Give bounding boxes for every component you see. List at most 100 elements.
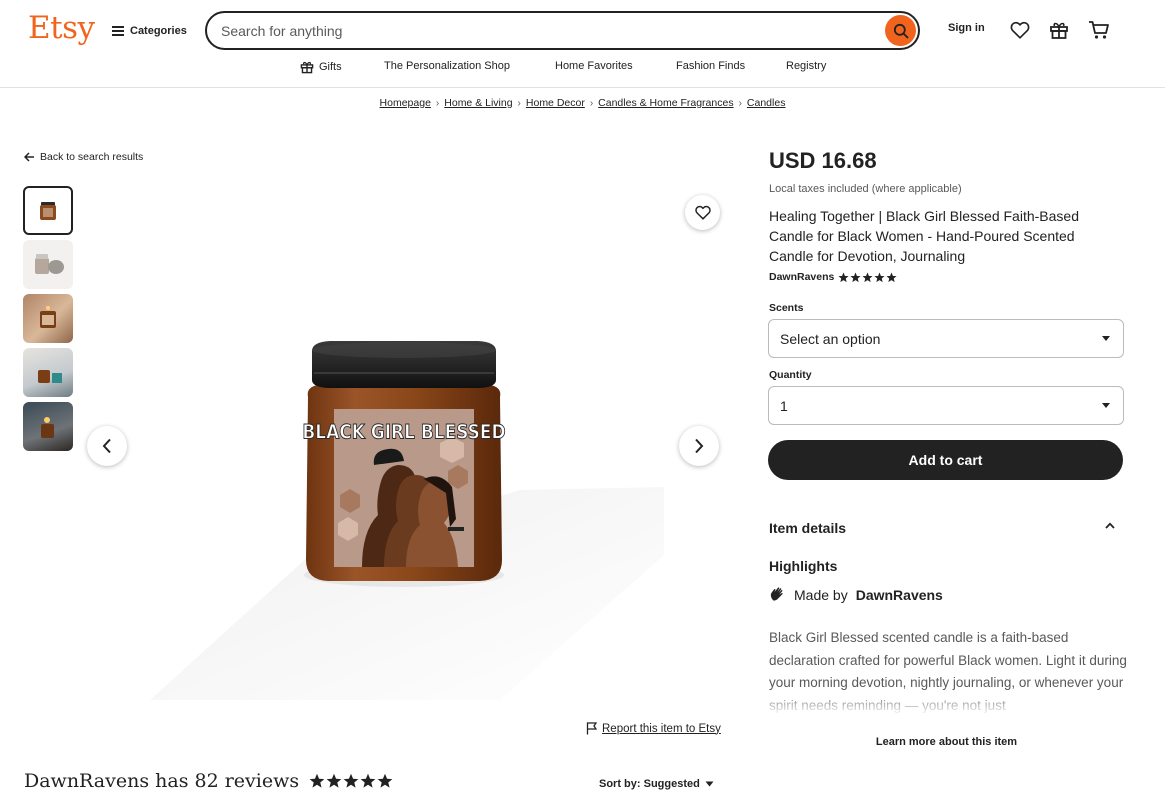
back-to-results-link[interactable]: Back to search results xyxy=(24,151,143,163)
candle-image: BLACK GIRL BLESSED xyxy=(150,341,664,700)
previous-image-button[interactable] xyxy=(87,426,127,466)
nav-item-label: Gifts xyxy=(319,61,342,73)
nav-item-registry[interactable]: Registry xyxy=(786,60,826,72)
chevron-right-icon: › xyxy=(435,97,440,109)
made-by-prefix: Made by xyxy=(794,586,848,603)
breadcrumb-candles[interactable]: Candles xyxy=(747,97,786,109)
thumbnail-5[interactable] xyxy=(23,402,73,451)
thumbnail-image xyxy=(41,417,54,438)
product-title: Healing Together | Black Girl Blessed Fa… xyxy=(769,208,1079,264)
scents-value: Select an option xyxy=(780,330,881,347)
quantity-select[interactable]: 1 xyxy=(768,386,1124,425)
chevron-right-icon: › xyxy=(517,97,521,109)
chevron-right-icon xyxy=(695,438,704,454)
caret-down-icon xyxy=(705,781,714,787)
etsy-logo[interactable]: Etsy xyxy=(28,10,95,46)
thumbnail-1[interactable] xyxy=(23,186,73,235)
nav-item-home-favorites[interactable]: Home Favorites xyxy=(555,60,633,72)
arrow-left-icon xyxy=(24,152,34,162)
sort-dropdown[interactable]: Sort by: Suggested xyxy=(599,778,714,790)
breadcrumb: Homepage › Home & Living › Home Decor › … xyxy=(0,97,1165,109)
nav-item-personalization-shop[interactable]: The Personalization Shop xyxy=(384,60,510,72)
tax-note: Local taxes included (where applicable) xyxy=(769,183,962,195)
sign-in-link[interactable]: Sign in xyxy=(948,22,985,34)
chevron-up-icon xyxy=(1105,522,1115,529)
chevron-right-icon: › xyxy=(738,97,742,109)
caret-down-icon xyxy=(1102,403,1110,408)
back-label: Back to search results xyxy=(40,151,144,163)
chevron-right-icon: › xyxy=(589,97,594,109)
seller-star-rating xyxy=(838,272,897,283)
breadcrumb-home-living[interactable]: Home & Living xyxy=(444,97,512,109)
cart-icon xyxy=(1089,21,1109,39)
scents-select[interactable]: Select an option xyxy=(768,319,1124,358)
description-fade xyxy=(765,690,1135,720)
favorites-button[interactable] xyxy=(1008,18,1032,42)
chevron-left-icon xyxy=(102,438,111,454)
thumbnail-4[interactable] xyxy=(23,348,73,397)
star-icon xyxy=(886,272,897,282)
reviews-heading: DawnRavens has 82 reviews xyxy=(24,770,393,792)
gift-icon xyxy=(1050,22,1068,39)
search-input[interactable] xyxy=(221,22,861,39)
thumbnail-image xyxy=(38,370,62,383)
flag-icon xyxy=(586,722,597,735)
categories-label: Categories xyxy=(130,25,187,37)
caret-down-icon xyxy=(1102,336,1110,341)
nav-item-gifts[interactable]: Gifts xyxy=(300,60,342,74)
learn-more-button[interactable]: Learn more about this item xyxy=(769,736,1124,748)
quantity-value: 1 xyxy=(780,397,788,414)
seller-link[interactable]: DawnRavens xyxy=(769,271,897,283)
thumbnail-3[interactable] xyxy=(23,294,73,343)
quantity-label: Quantity xyxy=(769,369,812,381)
star-icon xyxy=(377,773,393,788)
highlights-heading: Highlights xyxy=(769,558,838,574)
star-icon xyxy=(326,773,342,788)
thumbnail-image xyxy=(40,202,56,220)
image-favorite-button[interactable] xyxy=(685,195,720,230)
reviews-star-rating xyxy=(309,773,393,789)
sort-label: Sort by: Suggested xyxy=(599,778,700,790)
report-label: Report this item to Etsy xyxy=(602,722,721,735)
categories-button[interactable]: Categories xyxy=(112,20,187,42)
thumbnail-image xyxy=(40,306,56,328)
gift-button[interactable] xyxy=(1047,18,1071,42)
search-icon xyxy=(893,23,908,38)
add-to-cart-button[interactable]: Add to cart xyxy=(768,440,1123,480)
product-price: USD 16.68 xyxy=(769,148,877,173)
breadcrumb-home-decor[interactable]: Home Decor xyxy=(526,97,585,109)
reviews-title: DawnRavens has 82 reviews xyxy=(24,770,300,792)
search-button[interactable] xyxy=(885,15,916,46)
report-item-link[interactable]: Report this item to Etsy xyxy=(586,722,721,735)
nav-item-fashion-finds[interactable]: Fashion Finds xyxy=(676,60,745,72)
gift-icon xyxy=(300,61,314,74)
candle-label-text: BLACK GIRL BLESSED xyxy=(302,421,505,443)
breadcrumb-candles-fragrances[interactable]: Candles & Home Fragrances xyxy=(598,97,733,109)
heart-icon xyxy=(694,205,711,220)
breadcrumb-homepage[interactable]: Homepage xyxy=(380,97,431,109)
star-icon xyxy=(862,272,873,282)
star-icon xyxy=(850,272,861,282)
hamburger-icon xyxy=(112,26,124,36)
product-image: BLACK GIRL BLESSED xyxy=(80,175,740,715)
hand-wave-icon xyxy=(770,587,783,601)
item-details-toggle[interactable]: Item details xyxy=(769,520,1119,536)
heart-icon xyxy=(1010,21,1030,39)
made-by-shop-link[interactable]: DawnRavens xyxy=(856,587,943,603)
star-icon xyxy=(343,773,359,788)
star-icon xyxy=(360,773,376,788)
seller-name: DawnRavens xyxy=(769,271,835,283)
star-icon xyxy=(309,773,325,788)
star-icon xyxy=(838,272,849,282)
scents-label: Scents xyxy=(769,302,804,314)
star-icon xyxy=(874,272,885,282)
made-by-row: Made by DawnRavens xyxy=(769,586,943,603)
category-nav: Gifts The Personalization Shop Home Favo… xyxy=(0,60,1165,78)
next-image-button[interactable] xyxy=(679,426,719,466)
search-bar xyxy=(205,11,920,50)
thumbnail-2[interactable] xyxy=(23,240,73,289)
item-details-label: Item details xyxy=(769,520,847,536)
thumbnail-image xyxy=(35,254,64,274)
cart-button[interactable] xyxy=(1087,18,1111,42)
site-header: Etsy Categories Sign in xyxy=(0,0,1165,88)
